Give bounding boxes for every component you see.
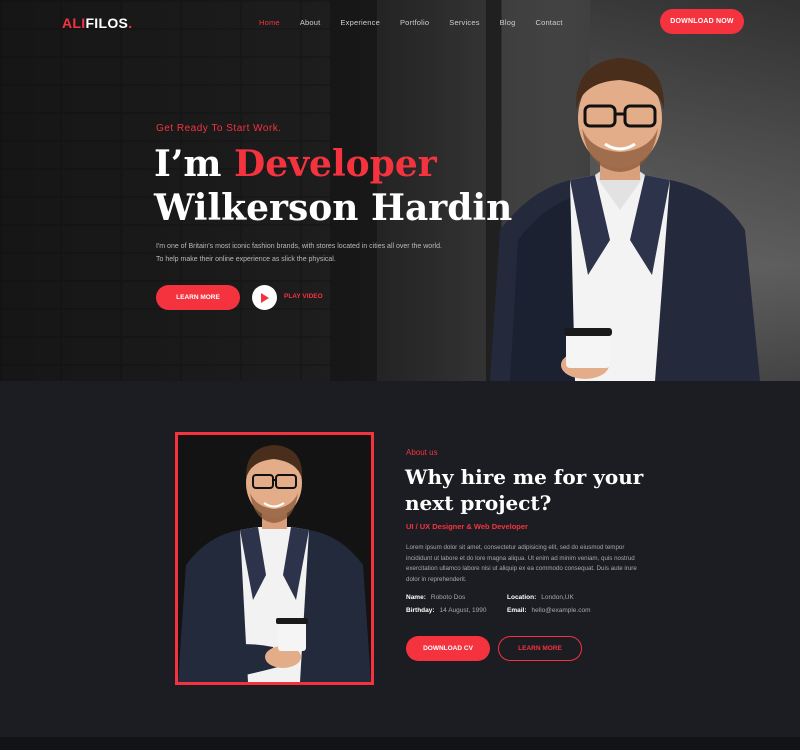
nav-item-home[interactable]: Home (259, 18, 280, 27)
hero-intro: I’m (154, 143, 222, 185)
hero-description: I'm one of Britain's most iconic fashion… (156, 243, 442, 263)
about-subtitle: UI / UX Designer & Web Developer (406, 522, 528, 531)
info-location: Location: London,UK (507, 594, 574, 601)
nav-item-blog[interactable]: Blog (500, 18, 516, 27)
logo[interactable]: ALIFILOS. (62, 15, 132, 31)
info-email-value[interactable]: hello@example.com (532, 607, 591, 614)
hero-tagline: Get Ready To Start Work. (156, 123, 282, 134)
info-birthday: Birthday: 14 August, 1990 (406, 607, 487, 614)
info-birthday-label: Birthday: (406, 607, 435, 614)
hero-role: Developer (234, 143, 437, 185)
info-name: Name: Roboto Dos (406, 594, 465, 601)
info-name-label: Name: (406, 594, 426, 601)
about-title: Why hire me for your next project? (405, 465, 644, 515)
play-video-button[interactable] (252, 285, 277, 310)
info-name-value: Roboto Dos (430, 594, 466, 601)
info-location-label: Location: (507, 594, 537, 601)
hero-heading: I’m Developer Wilkerson Hardin (154, 142, 512, 230)
about-portrait (178, 435, 371, 682)
nav-item-about[interactable]: About (300, 18, 321, 27)
logo-part-1: ALI (62, 15, 86, 31)
about-description: Lorem ipsum dolor sit amet, consectetur … (406, 544, 637, 583)
hero-section: ALIFILOS. Home About Experience Portfoli… (0, 0, 800, 381)
nav-item-portfolio[interactable]: Portfolio (400, 18, 429, 27)
download-now-button[interactable]: DOWNLOAD NOW (660, 9, 744, 34)
info-birthday-value: 14 August, 1990 (439, 607, 487, 614)
hero-portrait (490, 58, 760, 381)
hero-name: Wilkerson Hardin (154, 187, 513, 229)
nav-item-experience[interactable]: Experience (340, 18, 380, 27)
next-section-edge (0, 737, 800, 750)
about-section (0, 381, 800, 737)
info-email-label: Email: (507, 607, 527, 614)
info-email: Email: hello@example.com (507, 607, 591, 614)
logo-part-2: FILOS (85, 15, 129, 31)
nav-item-services[interactable]: Services (449, 18, 479, 27)
logo-dot: . (128, 15, 133, 31)
nav-menu: Home About Experience Portfolio Services… (259, 18, 583, 27)
nav-item-contact[interactable]: Contact (535, 18, 562, 27)
hero-learn-more-button[interactable]: LEARN MORE (156, 285, 240, 310)
about-photo-frame (175, 432, 374, 685)
about-label: About us (406, 448, 438, 457)
play-video-label[interactable]: PLAY VIDEO (284, 293, 323, 300)
play-icon (261, 292, 269, 303)
info-location-value: London,UK (541, 594, 574, 601)
navbar: ALIFILOS. Home About Experience Portfoli… (0, 0, 800, 44)
about-learn-more-button[interactable]: LEARN MORE (498, 636, 582, 661)
download-cv-button[interactable]: DOWNLOAD CV (406, 636, 490, 661)
